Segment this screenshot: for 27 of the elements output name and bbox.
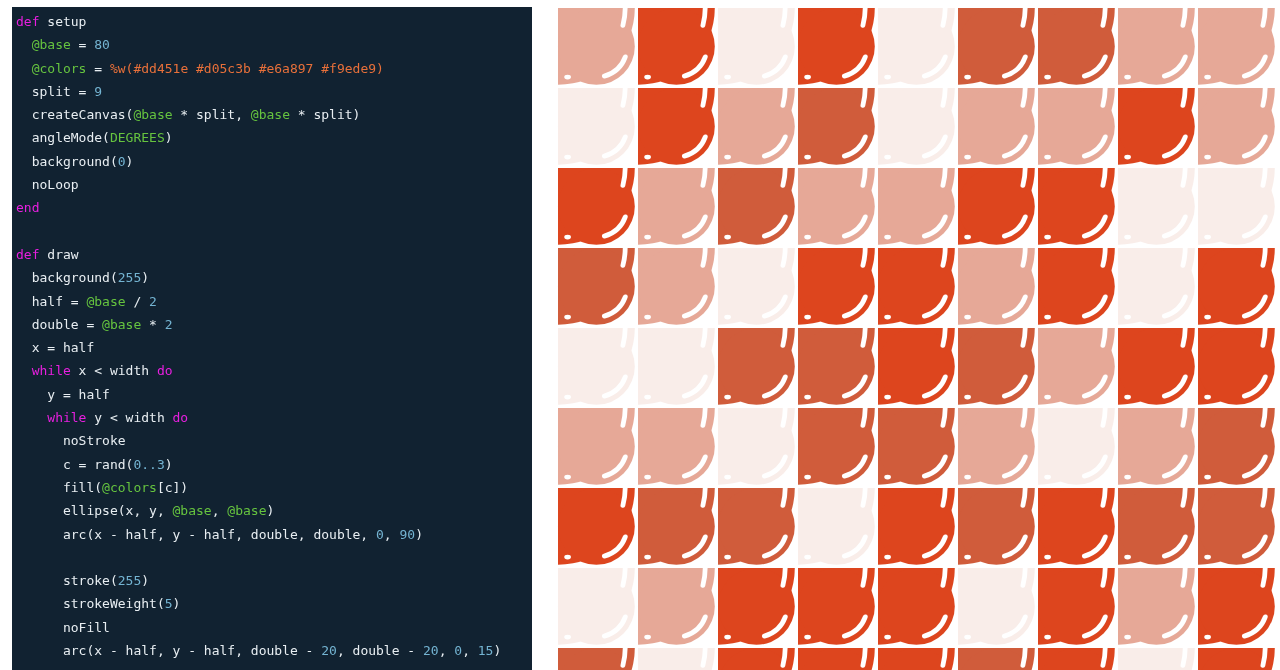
code-line: noFill	[61, 618, 111, 637]
code-line: while y < width do	[46, 409, 190, 428]
code-line: double = @base * 2	[30, 315, 174, 334]
code-line: half = @base / 2	[30, 292, 158, 311]
code-line: y = half	[46, 385, 111, 404]
code-line: split = 9	[30, 82, 104, 101]
code-line: noStroke	[61, 432, 127, 451]
code-line: def setup	[16, 13, 88, 31]
code-line: arc(x - half, y - half, double - 20, double - 20, 0, 15)	[61, 642, 503, 660]
code-line: fill(@colors[c])	[61, 478, 190, 497]
code-line: createCanvas(@base * split, @base * split)	[30, 106, 362, 125]
code-line: c = rand(0..3)	[61, 455, 174, 474]
code-line: x = half	[30, 339, 96, 358]
code-line: ellipse(x, y, @base, @base)	[61, 502, 276, 521]
code-line: background(255)	[30, 269, 151, 288]
code-line: angleMode(DEGREES)	[30, 129, 174, 148]
code-line: strokeWeight(5)	[61, 595, 182, 614]
code-line: stroke(255)	[61, 572, 151, 591]
code-line: noLoop	[30, 176, 80, 195]
code-line: arc(x - half, y - half, double, double, 0, 90)	[61, 525, 424, 544]
code-editor[interactable]	[12, 7, 532, 670]
code-line: background(0)	[30, 152, 135, 171]
code-line: end	[16, 199, 41, 218]
code-line: def draw	[16, 245, 80, 264]
code-line: while x < width do	[30, 362, 174, 381]
code-line: @colors = %w(#dd451e #d05c3b #e6a897 #f9ede9)	[30, 59, 385, 78]
code-line: @base = 80	[30, 36, 111, 55]
